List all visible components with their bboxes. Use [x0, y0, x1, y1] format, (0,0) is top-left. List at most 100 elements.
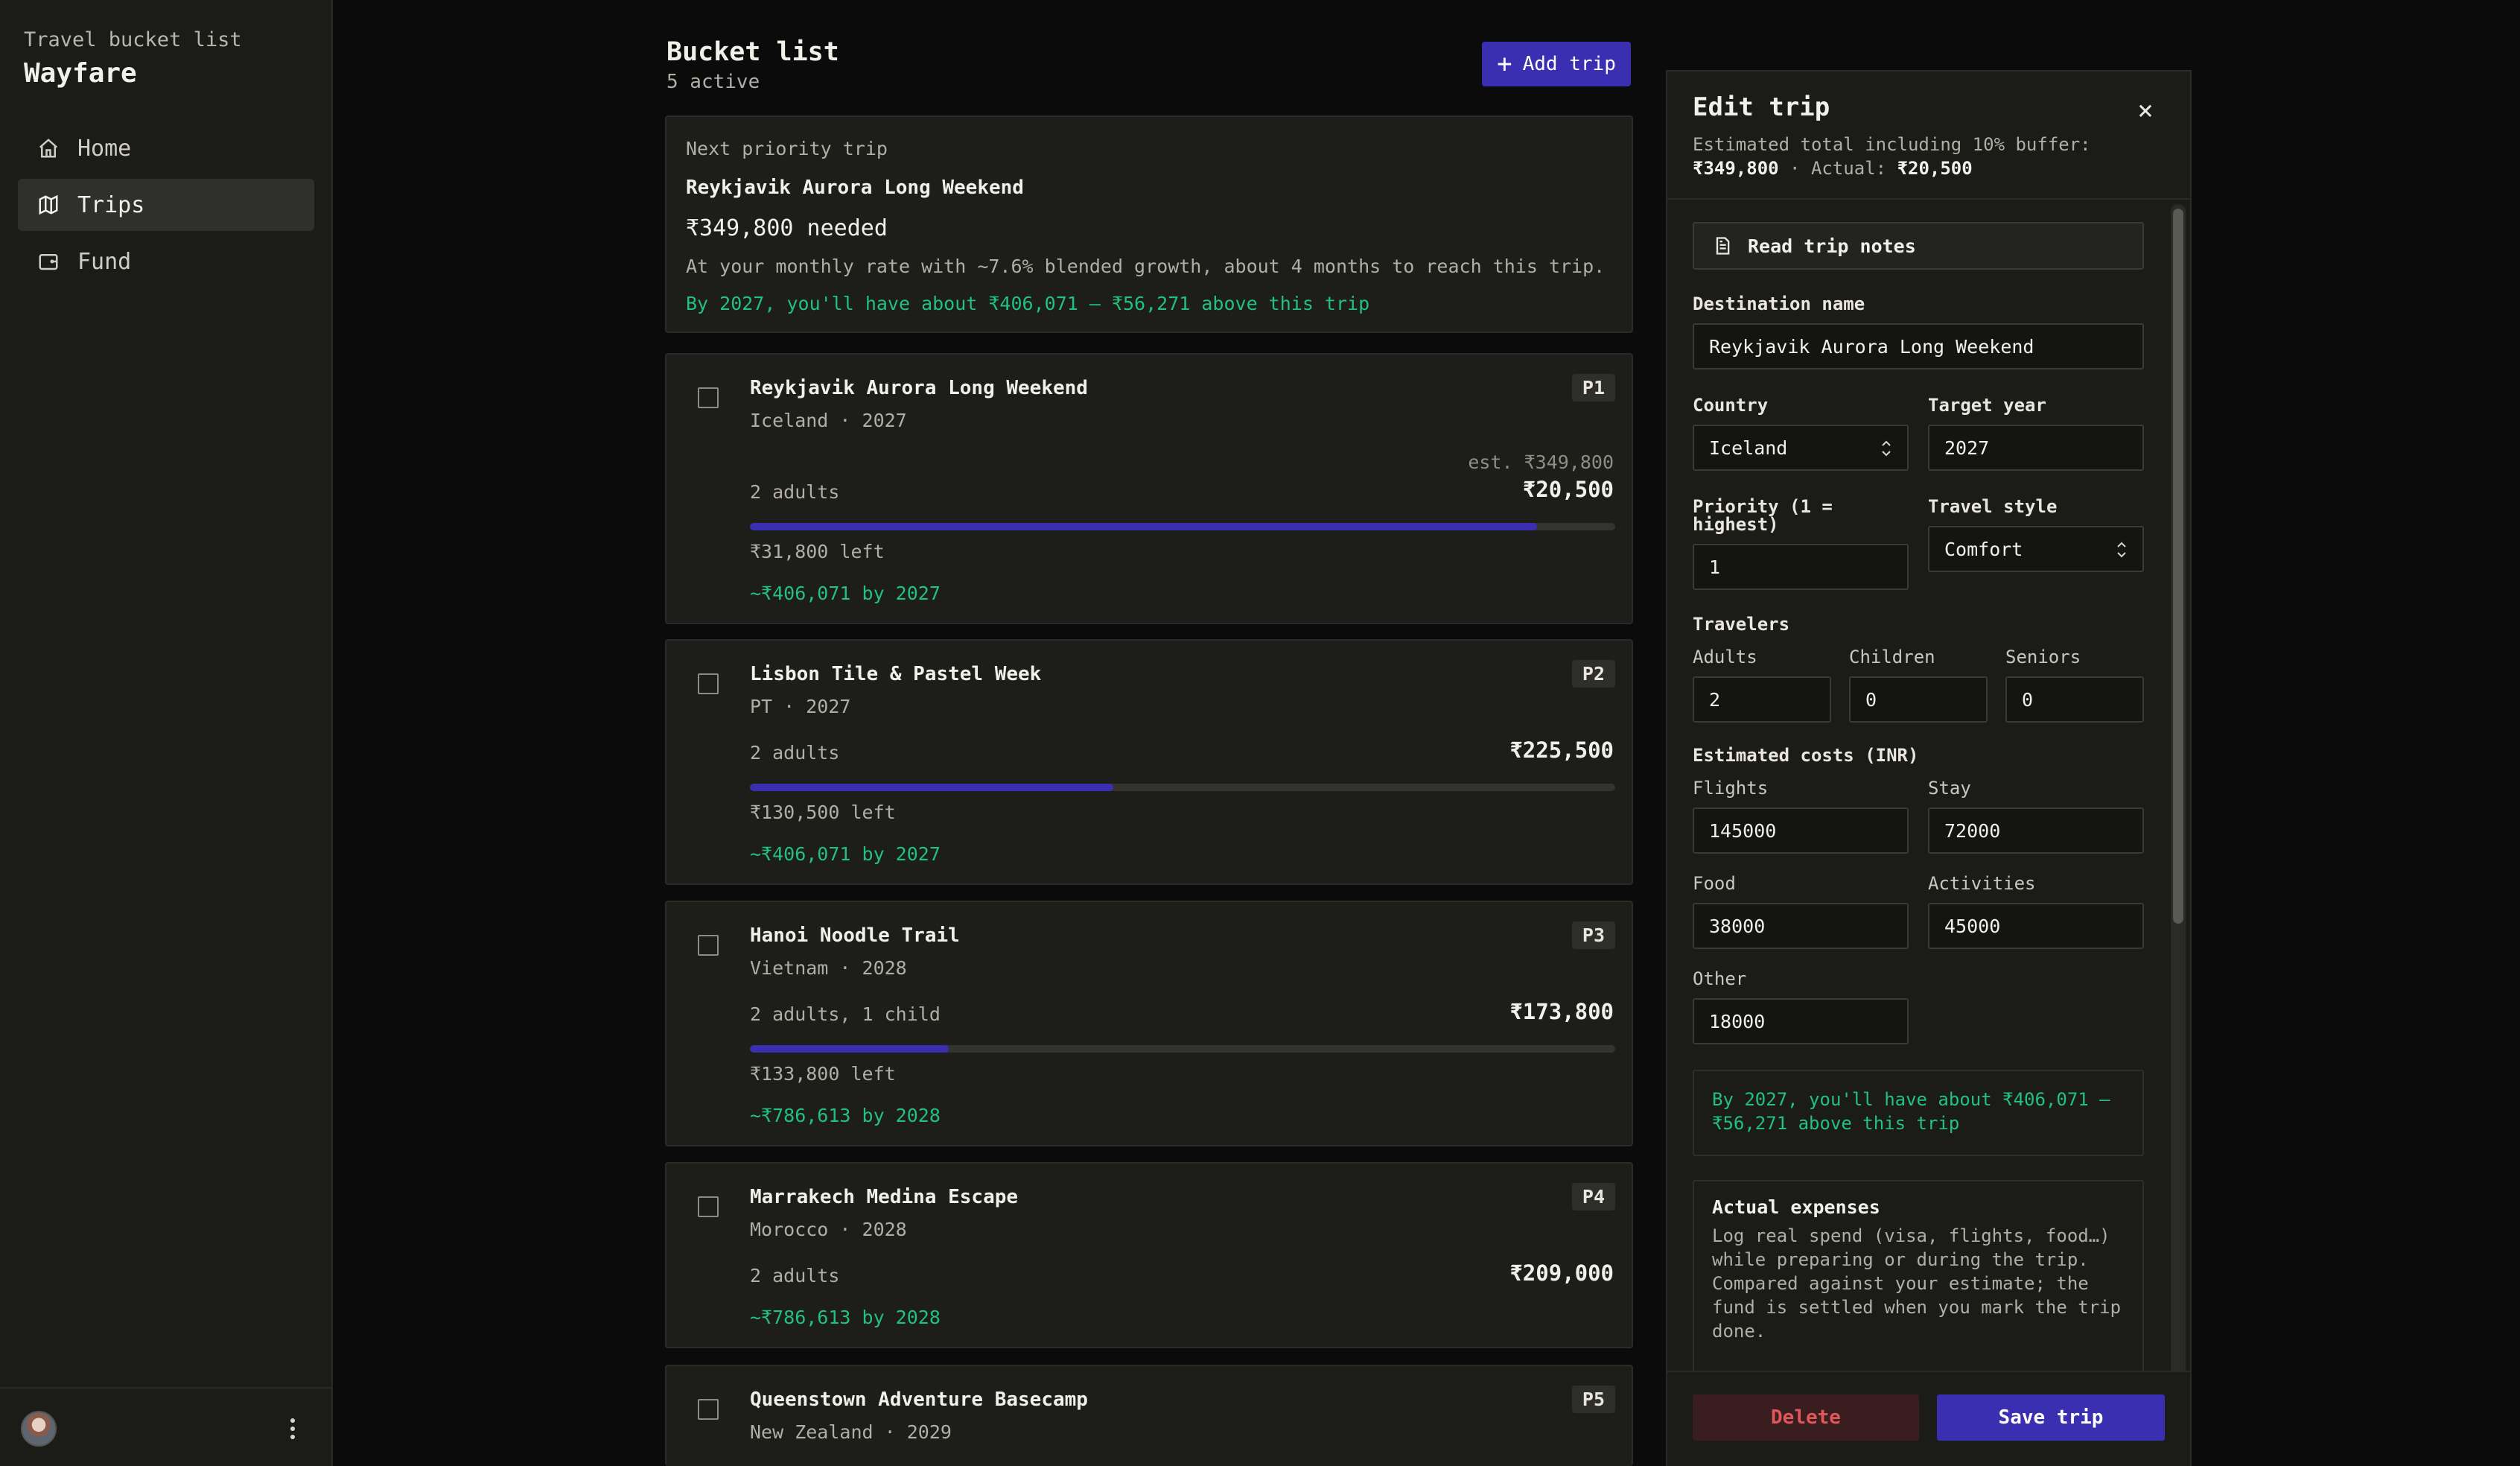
priority-input[interactable]: 1: [1693, 544, 1909, 590]
document-icon: [1716, 237, 1730, 255]
trip-amount: ₹173,800: [1509, 999, 1614, 1024]
trip-travelers: 2 adults: [750, 1265, 840, 1286]
trip-name: Reykjavik Aurora Long Weekend: [750, 377, 1088, 399]
more-options-icon[interactable]: [281, 1415, 304, 1442]
progress-bar: [750, 523, 1615, 530]
travel-style-select[interactable]: Comfort: [1928, 526, 2144, 572]
trip-projection: ~₹786,613 by 2028: [750, 1307, 941, 1328]
other-input[interactable]: 18000: [1693, 998, 1909, 1044]
estimate-total: ₹349,800: [1693, 158, 1779, 179]
trip-amount: ₹225,500: [1509, 737, 1614, 763]
sidebar-item-fund[interactable]: Fund: [18, 235, 314, 288]
save-trip-button[interactable]: Save trip: [1937, 1394, 2165, 1441]
sidebar-item-label: Trips: [77, 191, 145, 218]
destination-input[interactable]: Reykjavik Aurora Long Weekend: [1693, 323, 2144, 369]
other-label: Other: [1693, 968, 1747, 989]
priority-label: Next priority trip: [686, 138, 888, 159]
home-icon: [39, 139, 58, 158]
trip-card[interactable]: Queenstown Adventure Basecamp New Zealan…: [665, 1365, 1633, 1466]
priority-label: Priority (1 = highest): [1693, 496, 1833, 535]
trip-checkbox[interactable]: [698, 1196, 719, 1217]
progress-fill: [750, 1045, 949, 1053]
target-year-input[interactable]: 2027: [1928, 425, 2144, 471]
target-year-label: Target year: [1928, 395, 2046, 416]
next-priority-card: Next priority trip Reykjavik Aurora Long…: [665, 115, 1633, 333]
travel-style-label: Travel style: [1928, 496, 2058, 517]
divider: [1667, 198, 2190, 200]
children-label: Children: [1849, 647, 1935, 667]
projection-note: By 2027, you'll have about ₹406,071 — ₹5…: [1693, 1070, 2144, 1156]
destination-label: Destination name: [1693, 293, 1865, 314]
sidebar-item-label: Home: [77, 135, 132, 162]
sidebar-item-trips[interactable]: Trips: [18, 179, 314, 231]
close-icon[interactable]: ×: [2129, 94, 2162, 127]
add-trip-button[interactable]: + Add trip: [1482, 42, 1631, 86]
trip-projection: ~₹406,071 by 2027: [750, 843, 941, 865]
flights-input[interactable]: 145000: [1693, 807, 1909, 854]
trip-checkbox[interactable]: [698, 673, 719, 694]
progress-fill: [750, 784, 1114, 791]
chevron-updown-icon: [2117, 542, 2126, 558]
sidebar-nav: Home Trips Fund: [18, 122, 314, 292]
food-input[interactable]: 38000: [1693, 903, 1909, 949]
trip-name: Queenstown Adventure Basecamp: [750, 1389, 1088, 1411]
actual-expenses-section: Actual expenses Log real spend (visa, fl…: [1693, 1180, 2144, 1403]
adults-label: Adults: [1693, 647, 1757, 667]
trip-amount: ₹209,000: [1509, 1260, 1614, 1286]
country-label: Country: [1693, 395, 1769, 416]
scrollbar-thumb[interactable]: [2173, 209, 2183, 924]
delete-button[interactable]: Delete: [1693, 1394, 1919, 1441]
food-label: Food: [1693, 873, 1736, 894]
priority-trip-name: Reykjavik Aurora Long Weekend: [686, 177, 1024, 199]
expenses-title: Actual expenses: [1712, 1196, 1880, 1218]
trip-meta: Morocco · 2028: [750, 1219, 907, 1240]
country-select[interactable]: Iceland: [1693, 425, 1909, 471]
progress-bar: [750, 784, 1615, 791]
progress-bar: [750, 1045, 1615, 1053]
avatar[interactable]: [21, 1411, 57, 1447]
trip-name: Hanoi Noodle Trail: [750, 924, 960, 947]
trip-checkbox[interactable]: [698, 1399, 719, 1420]
trip-card[interactable]: Reykjavik Aurora Long Weekend Iceland · …: [665, 353, 1633, 624]
adults-input[interactable]: 2: [1693, 676, 1831, 723]
trip-checkbox[interactable]: [698, 387, 719, 408]
sidebar-item-home[interactable]: Home: [18, 122, 314, 174]
trip-projection: ~₹786,613 by 2028: [750, 1105, 941, 1126]
trip-name: Marrakech Medina Escape: [750, 1186, 1019, 1208]
seniors-label: Seniors: [2005, 647, 2081, 667]
add-trip-label: Add trip: [1522, 53, 1616, 75]
trip-name: Lisbon Tile & Pastel Week: [750, 663, 1042, 685]
seniors-input[interactable]: 0: [2005, 676, 2144, 723]
flights-label: Flights: [1693, 778, 1769, 799]
trip-card[interactable]: Lisbon Tile & Pastel Week PT · 2027 P2 2…: [665, 639, 1633, 885]
plus-icon: +: [1497, 49, 1512, 79]
trip-meta: New Zealand · 2029: [750, 1421, 952, 1443]
sidebar-footer: [0, 1387, 333, 1466]
progress-fill: [750, 523, 1538, 530]
trip-estimate: est. ₹349,800: [1468, 451, 1614, 473]
children-input[interactable]: 0: [1849, 676, 1988, 723]
trip-travelers: 2 adults, 1 child: [750, 1003, 941, 1025]
map-icon: [39, 194, 58, 215]
estimate-summary: Estimated total including 10% buffer: ₹3…: [1693, 134, 2091, 179]
priority-badge: P5: [1571, 1386, 1615, 1413]
trip-remaining: ₹133,800 left: [750, 1063, 896, 1085]
sidebar: Travel bucket list Wayfare Home Trips Fu…: [0, 0, 333, 1466]
trip-meta: Iceland · 2027: [750, 410, 907, 431]
priority-badge: P4: [1571, 1183, 1615, 1210]
actual-label: Actual:: [1810, 158, 1887, 179]
priority-badge: P1: [1571, 374, 1615, 402]
costs-label: Estimated costs (INR): [1693, 745, 1919, 766]
trip-card[interactable]: Marrakech Medina Escape Morocco · 2028 P…: [665, 1162, 1633, 1348]
panel-title: Edit trip: [1693, 92, 1830, 122]
trip-card[interactable]: Hanoi Noodle Trail Vietnam · 2028 P3 2 a…: [665, 901, 1633, 1146]
trip-checkbox[interactable]: [698, 935, 719, 956]
stay-input[interactable]: 72000: [1928, 807, 2144, 854]
chevron-updown-icon: [1882, 440, 1891, 457]
activities-input[interactable]: 45000: [1928, 903, 2144, 949]
edit-trip-panel: Edit trip × Estimated total including 10…: [1666, 70, 2192, 1466]
wallet-icon: [39, 254, 58, 270]
read-trip-notes-button[interactable]: Read trip notes: [1693, 222, 2144, 270]
trip-amount: ₹20,500: [1522, 477, 1614, 502]
estimate-line: Estimated total including 10% buffer:: [1693, 134, 2091, 155]
